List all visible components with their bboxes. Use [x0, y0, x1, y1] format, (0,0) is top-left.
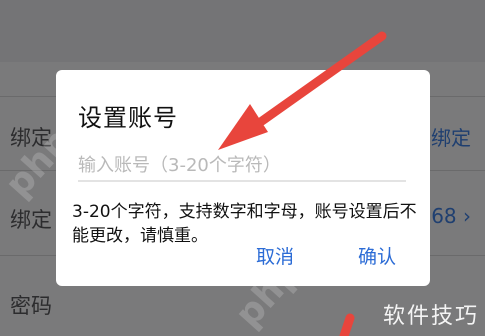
cancel-button[interactable]: 取消: [256, 242, 294, 269]
background-row-label: 绑定: [10, 208, 52, 232]
background-topbar: [0, 0, 485, 62]
background-row-value: 绑定: [431, 126, 471, 150]
account-input[interactable]: [78, 150, 406, 182]
confirm-button[interactable]: 确认: [358, 242, 396, 269]
watermark-text: 软件技巧: [382, 304, 479, 329]
background-row-value: 68 ›: [431, 204, 471, 228]
set-account-dialog: 设置账号 3-20个字符，支持数字和字母，账号设置后不能更改，请慎重。 取消 确…: [56, 70, 430, 286]
account-hint-text: 3-20个字符，支持数字和字母，账号设置后不能更改，请慎重。: [72, 202, 417, 246]
background-row-label: 密码: [10, 294, 52, 318]
dialog-title: 设置账号: [78, 104, 178, 132]
